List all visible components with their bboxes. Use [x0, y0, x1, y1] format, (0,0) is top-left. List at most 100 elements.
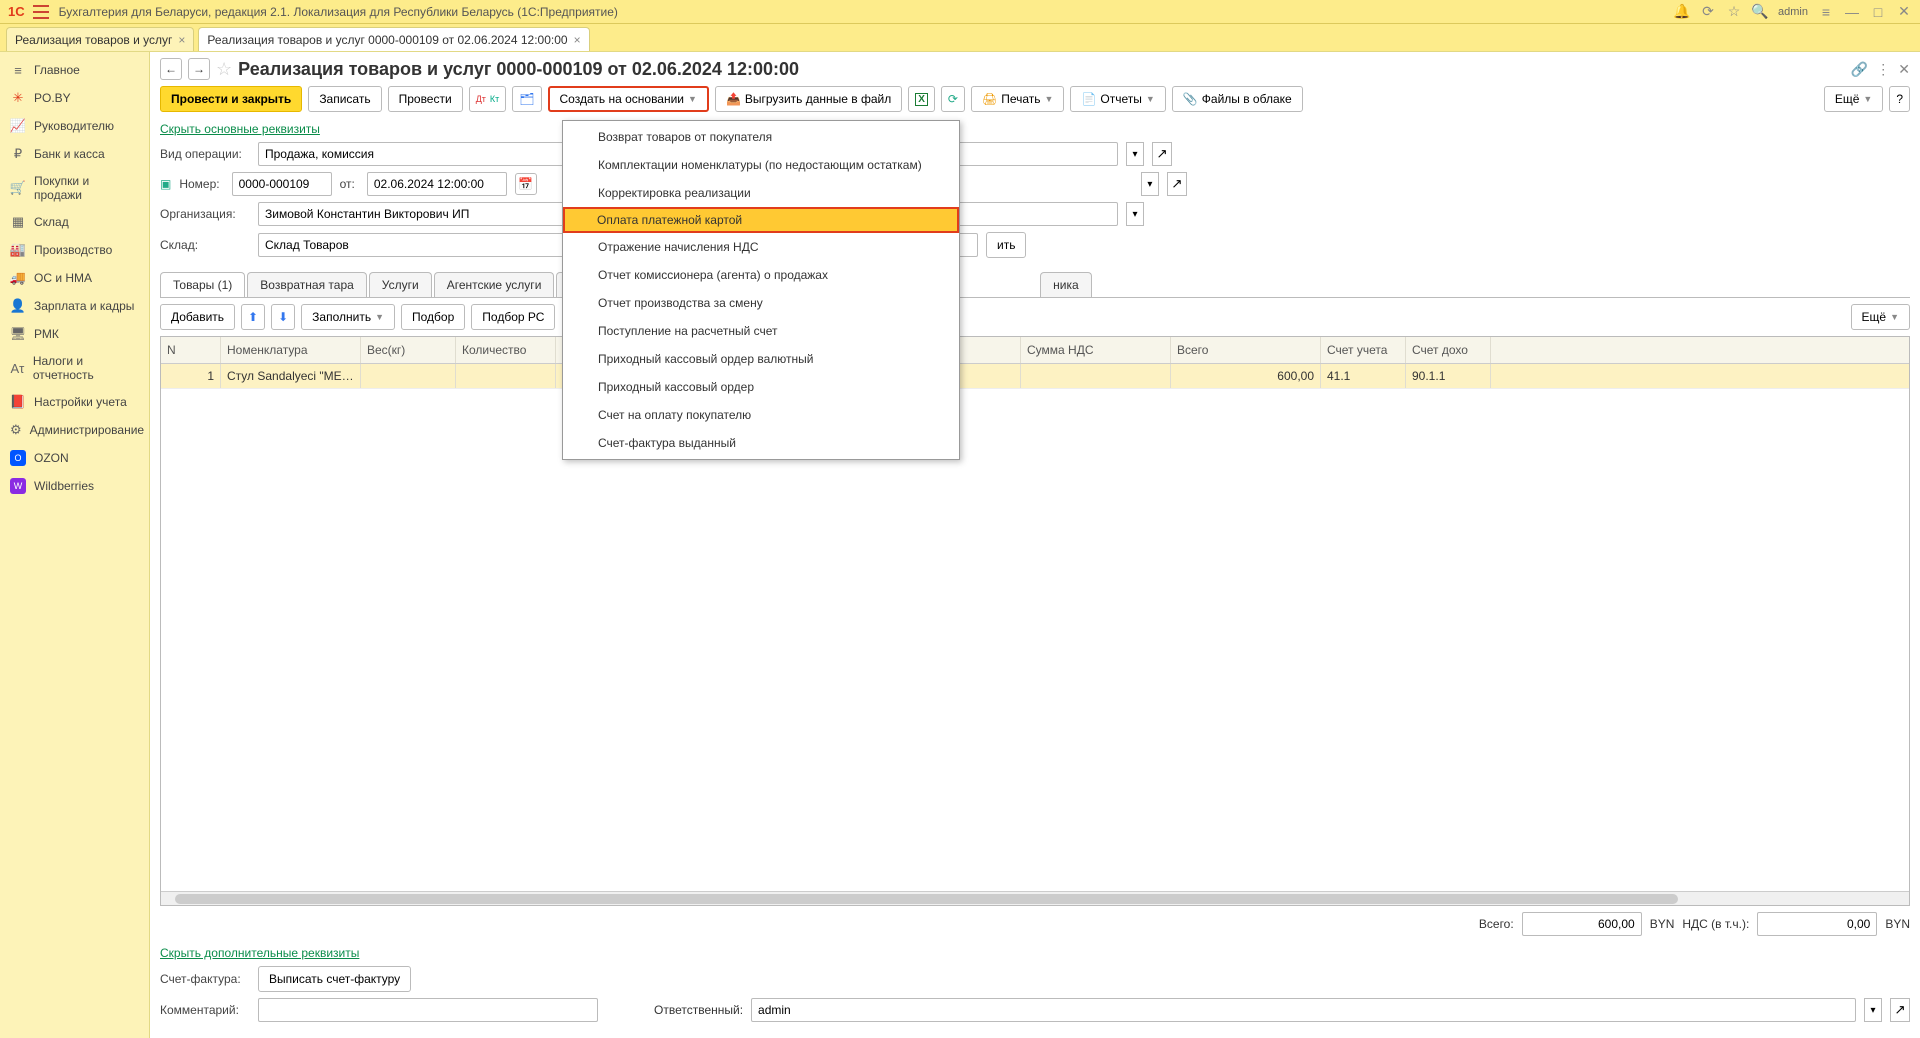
reports-button[interactable]: 📄 Отчеты ▼: [1070, 86, 1165, 112]
comment-input[interactable]: [258, 998, 598, 1022]
sidebar-item-production[interactable]: 🏭Производство: [0, 236, 149, 264]
horizontal-scrollbar[interactable]: [161, 891, 1909, 905]
th-acc[interactable]: Счет учета: [1321, 337, 1406, 363]
calendar-icon[interactable]: 📅: [515, 173, 537, 195]
sidebar-item-warehouse[interactable]: ▦Склад: [0, 208, 149, 236]
org-dropdown[interactable]: ▾: [1126, 202, 1144, 226]
app-tab-1[interactable]: Реализация товаров и услуг ×: [6, 27, 194, 51]
sidebar-item-rmk[interactable]: 🖥РМК: [0, 320, 149, 348]
scrollbar-thumb[interactable]: [175, 894, 1678, 904]
sidebar-item-salary[interactable]: 👤Зарплата и кадры: [0, 292, 149, 320]
th-kol[interactable]: Количество: [456, 337, 556, 363]
warehouse-add-button[interactable]: ить: [986, 232, 1026, 258]
export-data-button[interactable]: 📤 Выгрузить данные в файл: [715, 86, 902, 112]
op-type-open[interactable]: ↗: [1152, 142, 1172, 166]
th-acc2[interactable]: Счет дохо: [1406, 337, 1491, 363]
structure-button[interactable]: 🗂: [512, 86, 541, 112]
move-up-button[interactable]: ⬆: [241, 304, 265, 330]
th-sumnds[interactable]: Сумма НДС: [1021, 337, 1171, 363]
settings-icon[interactable]: ≡: [1818, 4, 1834, 20]
star-icon[interactable]: ☆: [1726, 4, 1742, 20]
dtct-button[interactable]: ДтКт: [469, 86, 507, 112]
number-input[interactable]: [232, 172, 332, 196]
move-down-button[interactable]: ⬇: [271, 304, 295, 330]
sidebar-item-poby[interactable]: ✳PO.BY: [0, 84, 149, 112]
tab-close-icon[interactable]: ×: [574, 33, 581, 47]
sidebar-item-admin[interactable]: ⚙Администрирование: [0, 416, 149, 444]
sidebar-item-wb[interactable]: WWildberries: [0, 472, 149, 500]
close-window-icon[interactable]: ✕: [1896, 4, 1912, 20]
nds-input[interactable]: [1757, 912, 1877, 936]
bell-icon[interactable]: 🔔: [1674, 4, 1690, 20]
nav-back-button[interactable]: ←: [160, 58, 182, 80]
date-input[interactable]: [367, 172, 507, 196]
pick-button[interactable]: Подбор: [401, 304, 465, 330]
sidebar-item-ozon[interactable]: OOZON: [0, 444, 149, 472]
counterparty-dropdown[interactable]: ▾: [1141, 172, 1159, 196]
post-button[interactable]: Провести: [388, 86, 463, 112]
menu-item[interactable]: Приходный кассовый ордер валютный: [563, 345, 959, 373]
fill-button[interactable]: Заполнить ▼: [301, 304, 395, 330]
history-icon[interactable]: ⟳: [1700, 4, 1716, 20]
sidebar-item-assets[interactable]: 🚚ОС и НМА: [0, 264, 149, 292]
sidebar-item-manager[interactable]: 📈Руководителю: [0, 112, 149, 140]
favorite-icon[interactable]: ☆: [216, 59, 232, 80]
maximize-icon[interactable]: □: [1870, 4, 1886, 20]
menu-item[interactable]: Приходный кассовый ордер: [563, 373, 959, 401]
menu-item[interactable]: Счет на оплату покупателю: [563, 401, 959, 429]
excel-button[interactable]: X: [908, 86, 935, 112]
link-icon[interactable]: 🔗: [1851, 61, 1868, 78]
app-tab-2[interactable]: Реализация товаров и услуг 0000-000109 о…: [198, 27, 589, 51]
menu-item-highlighted[interactable]: Оплата платежной картой: [563, 207, 959, 233]
hamburger-icon[interactable]: [33, 5, 49, 19]
th-nomen[interactable]: Номенклатура: [221, 337, 361, 363]
menu-item[interactable]: Отчет комиссионера (агента) о продажах: [563, 261, 959, 289]
tab-returnable[interactable]: Возвратная тара: [247, 272, 367, 297]
minimize-icon[interactable]: —: [1844, 4, 1860, 20]
sidebar-item-sales[interactable]: 🛒Покупки и продажи: [0, 168, 149, 208]
user-name[interactable]: admin: [1778, 6, 1808, 18]
total-input[interactable]: [1522, 912, 1642, 936]
print-button[interactable]: 🖨 Печать ▼: [971, 86, 1064, 112]
op-type-dropdown[interactable]: ▾: [1126, 142, 1144, 166]
menu-item[interactable]: Корректировка реализации: [563, 179, 959, 207]
sidebar-item-settings[interactable]: 📕Настройки учета: [0, 388, 149, 416]
hide-additional-link[interactable]: Скрыть дополнительные реквизиты: [160, 946, 359, 960]
files-cloud-button[interactable]: 📎 Файлы в облаке: [1172, 86, 1303, 112]
menu-item[interactable]: Комплектации номенклатуры (по недостающи…: [563, 151, 959, 179]
save-button[interactable]: Записать: [308, 86, 381, 112]
more-button[interactable]: Ещё ▼: [1824, 86, 1883, 112]
tab-close-icon[interactable]: ×: [178, 33, 185, 47]
sidebar-item-bank[interactable]: ₽Банк и касса: [0, 140, 149, 168]
menu-item[interactable]: Счет-фактура выданный: [563, 429, 959, 457]
pick-rs-button[interactable]: Подбор РС: [471, 304, 555, 330]
refresh-button[interactable]: ⟳: [941, 86, 965, 112]
add-row-button[interactable]: Добавить: [160, 304, 235, 330]
menu-item[interactable]: Поступление на расчетный счет: [563, 317, 959, 345]
tab-services[interactable]: Услуги: [369, 272, 432, 297]
table-row[interactable]: 1 Стул Sandalyeci "ME… 600,00 41.1 90.1.…: [161, 364, 1909, 389]
menu-item[interactable]: Отчет производства за смену: [563, 289, 959, 317]
hide-main-link[interactable]: Скрыть основные реквизиты: [160, 122, 320, 136]
sub-more-button[interactable]: Ещё ▼: [1851, 304, 1910, 330]
th-total[interactable]: Всего: [1171, 337, 1321, 363]
menu-item[interactable]: Возврат товаров от покупателя: [563, 123, 959, 151]
close-icon[interactable]: ✕: [1898, 61, 1910, 78]
th-n[interactable]: N: [161, 337, 221, 363]
search-icon[interactable]: 🔍: [1752, 4, 1768, 20]
tab-additional[interactable]: ника: [1040, 272, 1092, 297]
menu-item[interactable]: Отражение начисления НДС: [563, 233, 959, 261]
tab-goods[interactable]: Товары (1): [160, 272, 245, 297]
post-and-close-button[interactable]: Провести и закрыть: [160, 86, 302, 112]
responsible-input[interactable]: [751, 998, 1856, 1022]
help-button[interactable]: ?: [1889, 86, 1910, 112]
counterparty-open[interactable]: ↗: [1167, 172, 1187, 196]
tab-agency[interactable]: Агентские услуги: [434, 272, 555, 297]
th-ves[interactable]: Вес(кг): [361, 337, 456, 363]
write-invoice-button[interactable]: Выписать счет-фактуру: [258, 966, 411, 992]
sidebar-item-main[interactable]: ≡Главное: [0, 56, 149, 84]
sidebar-item-taxes[interactable]: AτНалоги и отчетность: [0, 348, 149, 388]
responsible-dropdown[interactable]: ▾: [1864, 998, 1882, 1022]
responsible-open[interactable]: ↗: [1890, 998, 1910, 1022]
kebab-icon[interactable]: ⋮: [1876, 61, 1890, 78]
